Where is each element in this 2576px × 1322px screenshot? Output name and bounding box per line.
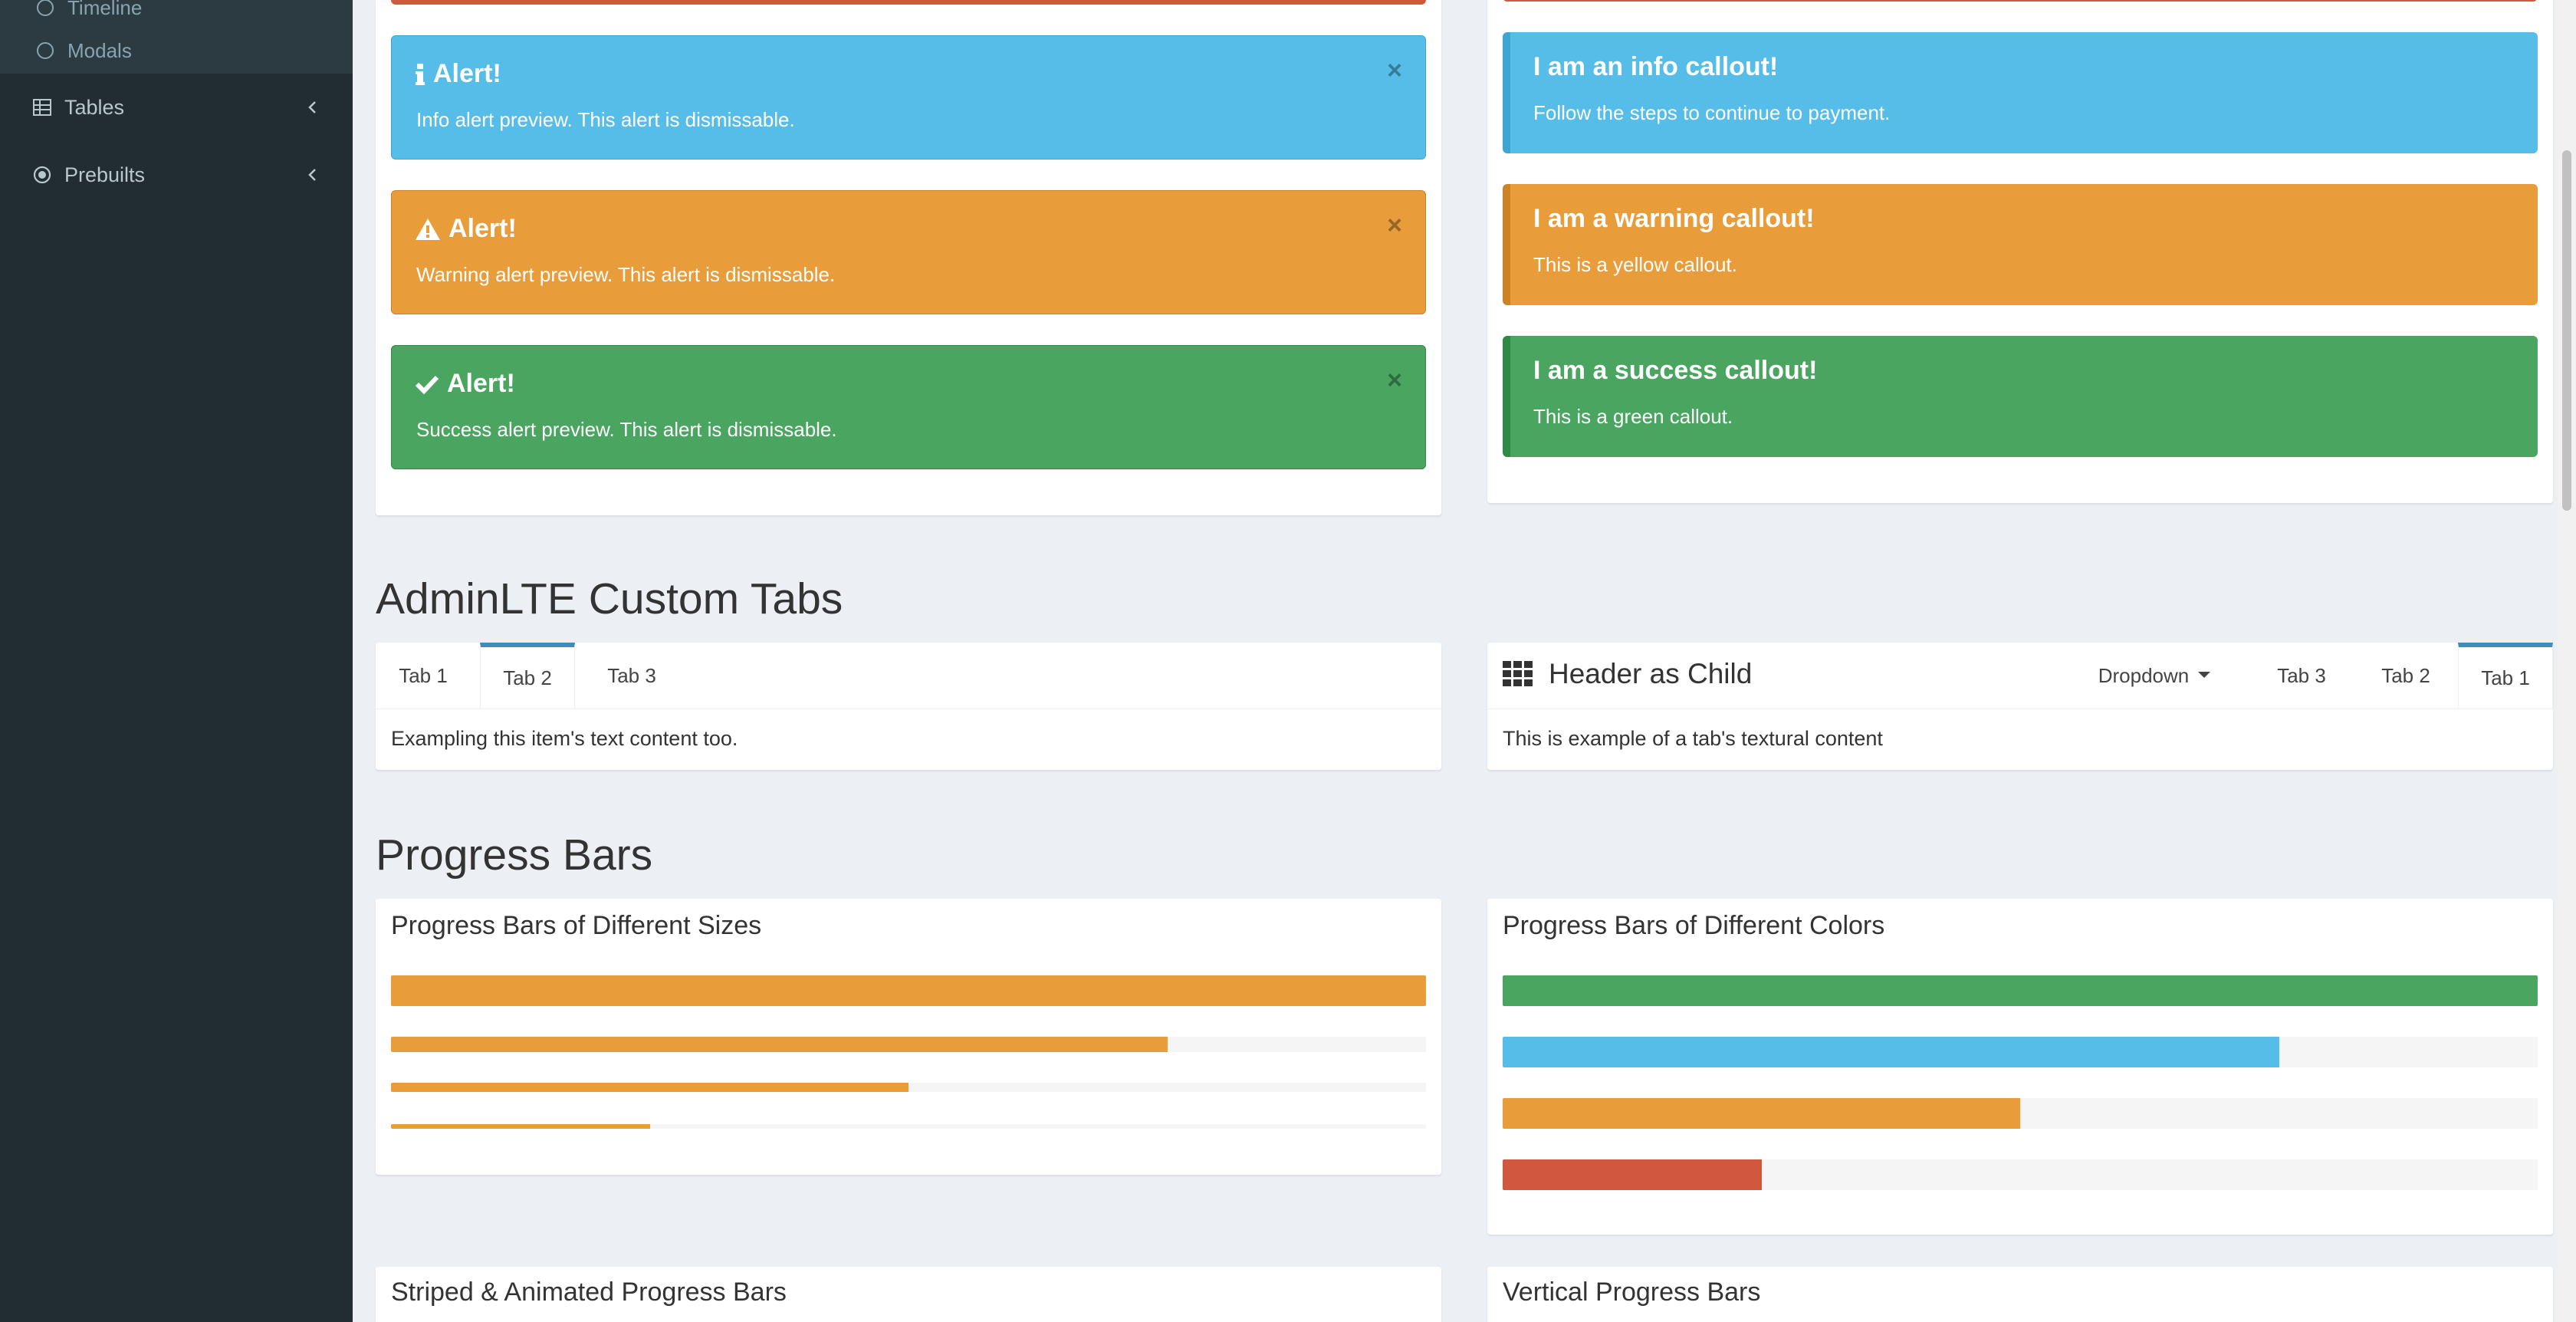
progress-fill [1503,1037,2279,1067]
progress-colors-box: Progress Bars of Different Colors [1487,899,2553,1235]
callout-title: I am a warning callout! [1533,204,1815,233]
circle-icon [37,0,54,16]
warning-icon [415,218,441,241]
tab-content: Exampling this item's text content too. [391,727,738,750]
progress-bar [391,1124,1426,1129]
sidebar-subitem-timeline[interactable]: Timeline [37,0,142,23]
progress-bar [1503,1037,2538,1067]
dropdown-toggle[interactable]: Dropdown [2085,643,2223,709]
sidebar-item-tables[interactable]: Tables [0,84,353,130]
progress-striped-box: Striped & Animated Progress Bars [376,1267,1441,1322]
progress-fill [391,975,1426,1006]
info-alert: Alert! Info alert preview. This alert is… [391,35,1426,159]
circle-dot-icon [32,165,52,185]
success-alert: Alert! Success alert preview. This alert… [391,345,1426,469]
progress-fill [391,1083,909,1092]
progress-fill [391,1124,650,1129]
box-title: Striped & Animated Progress Bars [391,1278,787,1307]
callout-message: This is a yellow callout. [1533,253,1737,276]
alert-title-text: Alert! [447,369,515,398]
progress-bar [1503,975,2538,1006]
alert-title: Alert! [415,59,501,89]
sidebar-item-label: Tables [64,95,125,119]
tab-1[interactable]: Tab 1 [2458,643,2553,709]
caret-down-icon [2198,672,2211,679]
sidebar-subitem-label: Modals [67,38,132,62]
alert-title-text: Alert! [433,59,501,88]
progress-vertical-box: Vertical Progress Bars [1487,1267,2553,1322]
sidebar-subitem-label: Timeline [67,0,143,19]
chevron-left-icon [304,98,322,117]
progress-bar [391,1037,1426,1052]
grid-icon [1503,661,1533,687]
callout-title: I am a success callout! [1533,356,1818,385]
progress-fill [1503,975,2538,1006]
danger-alert-edge [391,0,1426,5]
close-icon[interactable]: × [1387,366,1402,396]
sidebar-submenu: Timeline Modals [0,0,353,74]
chevron-left-icon [304,166,322,184]
close-icon[interactable]: × [1387,211,1402,241]
alert-title: Alert! [415,214,517,244]
callout-title: I am an info callout! [1533,52,1779,81]
tab-2[interactable]: Tab 2 [480,643,575,709]
tabs-header: Header as Child [1503,658,1752,690]
alerts-box: Alert! Info alert preview. This alert is… [376,0,1441,515]
progress-bar [391,975,1426,1006]
alert-message: Info alert preview. This alert is dismis… [416,108,795,131]
box-title: Progress Bars of Different Colors [1503,911,1885,940]
info-callout: I am an info callout! Follow the steps t… [1503,32,2538,153]
tab-3[interactable]: Tab 3 [2254,643,2349,709]
custom-tabs-right: Header as Child Dropdown Tab 3 Tab 2 Tab… [1487,643,2553,770]
sidebar-item-prebuilts[interactable]: Prebuilts [0,152,353,198]
progress-fill [1503,1159,1762,1190]
warning-callout: I am a warning callout! This is a yellow… [1503,184,2538,305]
alert-message: Warning alert preview. This alert is dis… [416,263,836,286]
callout-message: This is a green callout. [1533,405,1733,428]
sidebar-subitem-modals[interactable]: Modals [37,35,132,66]
close-icon[interactable]: × [1387,56,1402,86]
warning-alert: Alert! Warning alert preview. This alert… [391,190,1426,314]
callouts-box: I am an info callout! Follow the steps t… [1487,0,2553,503]
tab-2[interactable]: Tab 2 [2358,643,2453,709]
box-title: Vertical Progress Bars [1503,1278,1761,1307]
custom-tabs-left: Tab 1 Tab 2 Tab 3 Exampling this item's … [376,643,1441,770]
box-title: Progress Bars of Different Sizes [391,911,762,940]
success-callout: I am a success callout! This is a green … [1503,336,2538,457]
progress-bar [1503,1098,2538,1129]
progress-fill [1503,1098,2020,1129]
table-icon [32,97,52,117]
progress-sizes-box: Progress Bars of Different Sizes [376,899,1441,1175]
sidebar-item-label: Prebuilts [64,163,146,186]
circle-icon [37,42,54,59]
tab-1[interactable]: Tab 1 [376,643,471,709]
scrollbar-thumb[interactable] [2562,150,2571,511]
dropdown-label: Dropdown [2098,663,2190,687]
info-icon [415,63,426,85]
progress-fill [391,1037,1168,1052]
sidebar: Timeline Modals Tables Prebuilts [0,0,353,1322]
alert-title-text: Alert! [449,214,517,243]
callout-message: Follow the steps to continue to payment. [1533,101,1891,124]
section-title-custom-tabs: AdminLTE Custom Tabs [376,574,843,623]
danger-callout-edge [1503,0,2538,2]
check-icon [415,374,439,394]
progress-bar [391,1083,1426,1092]
tab-content: This is example of a tab's textural cont… [1503,727,1883,750]
progress-bar [1503,1159,2538,1190]
tabs-header-title: Header as Child [1549,658,1753,689]
alert-title: Alert! [415,369,515,399]
tab-3[interactable]: Tab 3 [584,643,679,709]
scrollbar-track[interactable] [2558,0,2576,1322]
section-title-progress-bars: Progress Bars [376,830,653,880]
alert-message: Success alert preview. This alert is dis… [416,418,837,441]
